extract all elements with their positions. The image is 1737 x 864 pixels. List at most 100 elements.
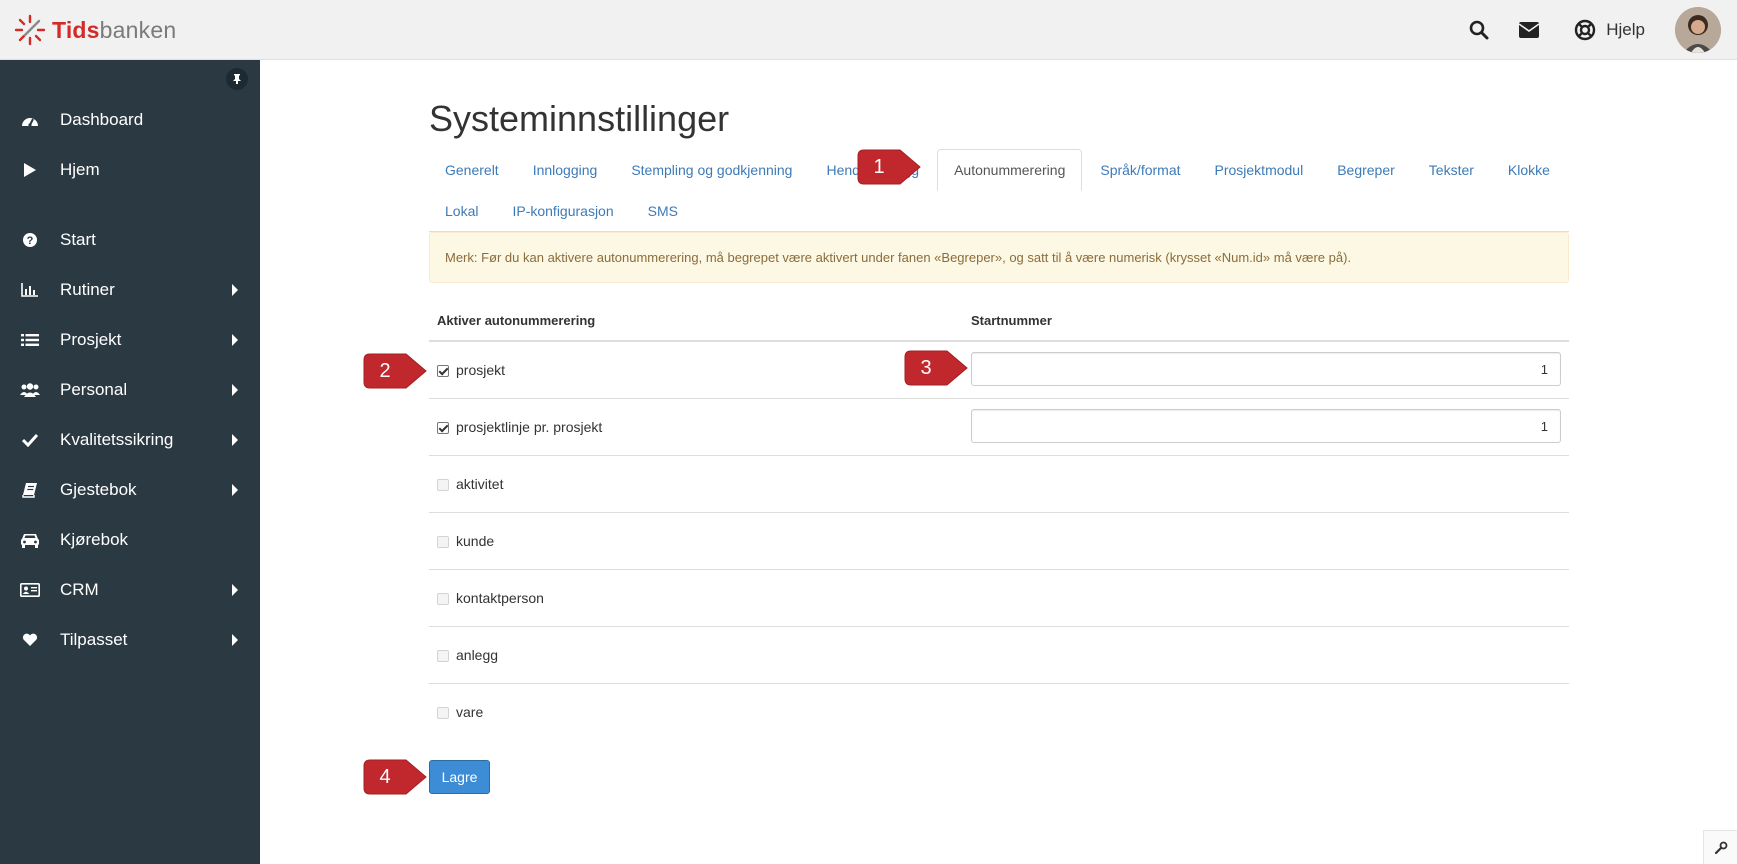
- sidebar-item-dashboard[interactable]: Dashboard: [0, 100, 260, 140]
- caret-right-icon: [232, 284, 238, 296]
- callout-number: 1: [873, 155, 885, 178]
- heart-icon: [20, 630, 40, 650]
- checkbox-kontaktperson: [437, 593, 449, 605]
- sidebar-item-label: Personal: [60, 380, 128, 399]
- column-header-aktiver: Aktiver autonummerering: [437, 313, 596, 328]
- sidebar-item-rutiner[interactable]: Rutiner: [0, 270, 260, 310]
- tab-lokal[interactable]: Lokal: [429, 190, 494, 232]
- sidebar: Dashboard Hjem ? Start Rutiner Prosjekt …: [0, 60, 260, 864]
- warning-alert: Merk: Før du kan aktivere autonummererin…: [429, 232, 1569, 283]
- row-label: kunde: [456, 533, 495, 549]
- sidebar-item-prosjekt[interactable]: Prosjekt: [0, 320, 260, 360]
- lifebuoy-icon: [1572, 17, 1598, 43]
- envelope-icon[interactable]: [1516, 17, 1542, 43]
- table-row: kunde: [429, 513, 1569, 570]
- bar-chart-icon: [20, 280, 40, 300]
- row-label: anlegg: [456, 647, 499, 663]
- sidebar-item-label: Gjestebok: [60, 480, 137, 499]
- book-icon: [20, 480, 40, 500]
- tab-tekster[interactable]: Tekster: [1413, 149, 1490, 191]
- caret-right-icon: [232, 334, 238, 346]
- table-row: vare: [429, 684, 1569, 741]
- tachometer-icon: [20, 110, 40, 130]
- logo-text: Tidsbanken: [52, 16, 177, 43]
- callout-marker-1: 1: [856, 145, 922, 189]
- search-icon[interactable]: [1466, 17, 1492, 43]
- save-button[interactable]: Lagre: [429, 760, 490, 794]
- caret-right-icon: [232, 384, 238, 396]
- tab-ip-konfigurasjon[interactable]: IP-konfigurasjon: [496, 190, 629, 232]
- tidsbanken-logo[interactable]: Tidsbanken: [14, 14, 176, 46]
- car-icon: [20, 530, 40, 550]
- sidebar-item-label: Dashboard: [60, 110, 144, 129]
- check-icon: [20, 430, 40, 450]
- sidebar-item-crm[interactable]: CRM: [0, 570, 260, 610]
- tabs-row-1: Generelt Innlogging Stempling og godkjen…: [429, 149, 1566, 191]
- startnummer-input-prosjektlinje[interactable]: [971, 409, 1561, 443]
- checkbox-kunde: [437, 536, 449, 548]
- sidebar-item-label: Kjørebok: [60, 530, 129, 549]
- help-label: Hjelp: [1606, 20, 1645, 39]
- wrench-icon[interactable]: [1703, 830, 1737, 864]
- svg-text:?: ?: [27, 235, 34, 247]
- list-icon: [20, 330, 40, 350]
- tab-innlogging[interactable]: Innlogging: [517, 149, 614, 191]
- checkbox-prosjekt[interactable]: [437, 365, 449, 377]
- tab-sms[interactable]: SMS: [632, 190, 694, 232]
- sidebar-item-kjorebok[interactable]: Kjørebok: [0, 520, 260, 560]
- callout-number: 3: [920, 356, 932, 379]
- tab-prosjektmodul[interactable]: Prosjektmodul: [1199, 149, 1320, 191]
- caret-right-icon: [232, 634, 238, 646]
- sidebar-item-label: Prosjekt: [60, 330, 122, 349]
- play-icon: [20, 160, 40, 180]
- row-label: kontaktperson: [456, 590, 544, 606]
- startnummer-input-prosjekt[interactable]: [971, 352, 1561, 386]
- tab-sprak-format[interactable]: Språk/format: [1084, 149, 1196, 191]
- sidebar-item-label: Start: [60, 230, 96, 249]
- row-label: vare: [456, 704, 484, 720]
- tab-generelt[interactable]: Generelt: [429, 149, 515, 191]
- table-row: aktivitet: [429, 456, 1569, 513]
- caret-right-icon: [232, 584, 238, 596]
- row-label: prosjektlinje pr. prosjekt: [456, 419, 603, 435]
- callout-marker-2: 2: [362, 349, 428, 393]
- tab-stempling-og-godkjenning[interactable]: Stempling og godkjenning: [615, 149, 808, 191]
- checkbox-prosjektlinje[interactable]: [437, 422, 449, 434]
- tab-autonummerering[interactable]: Autonummerering: [937, 149, 1083, 191]
- tab-klokke[interactable]: Klokke: [1492, 149, 1566, 191]
- callout-marker-4: 4: [362, 755, 428, 799]
- row-label: aktivitet: [456, 476, 504, 492]
- table-row: kontaktperson: [429, 570, 1569, 627]
- sidebar-item-label: Hjem: [60, 160, 100, 179]
- checkbox-vare: [437, 707, 449, 719]
- clock-logo-icon: [14, 14, 46, 46]
- id-card-icon: [20, 580, 40, 600]
- sidebar-item-tilpasset[interactable]: Tilpasset: [0, 620, 260, 660]
- sidebar-item-start[interactable]: ? Start: [0, 220, 260, 260]
- pin-icon[interactable]: [226, 68, 248, 90]
- sidebar-item-kvalitetssikring[interactable]: Kvalitetssikring: [0, 420, 260, 460]
- sidebar-item-hjem[interactable]: Hjem: [0, 150, 260, 190]
- header-actions: Hjelp: [1466, 0, 1737, 60]
- help-link[interactable]: Hjelp: [1572, 17, 1645, 43]
- callout-number: 4: [379, 765, 391, 788]
- tabs-row-2: Lokal IP-konfigurasjon SMS: [429, 190, 694, 232]
- user-avatar[interactable]: [1675, 7, 1721, 53]
- tab-begreper[interactable]: Begreper: [1321, 149, 1411, 191]
- top-bar: Tidsbanken Hjelp: [0, 0, 1737, 60]
- callout-number: 2: [379, 359, 391, 382]
- question-circle-icon: ?: [20, 230, 40, 250]
- checkbox-aktivitet: [437, 479, 449, 491]
- caret-right-icon: [232, 484, 238, 496]
- page-title: Systeminnstillinger: [429, 98, 730, 139]
- row-label: prosjekt: [456, 362, 506, 378]
- sidebar-item-label: Tilpasset: [60, 630, 128, 649]
- users-icon: [20, 380, 40, 400]
- sidebar-item-personal[interactable]: Personal: [0, 370, 260, 410]
- callout-marker-3: 3: [903, 346, 969, 390]
- sidebar-item-gjestebok[interactable]: Gjestebok: [0, 470, 260, 510]
- table-row: anlegg: [429, 627, 1569, 684]
- table-row: prosjektlinje pr. prosjekt: [429, 399, 1569, 456]
- table-row: prosjekt: [429, 342, 1569, 399]
- column-header-startnummer: Startnummer: [971, 313, 1052, 328]
